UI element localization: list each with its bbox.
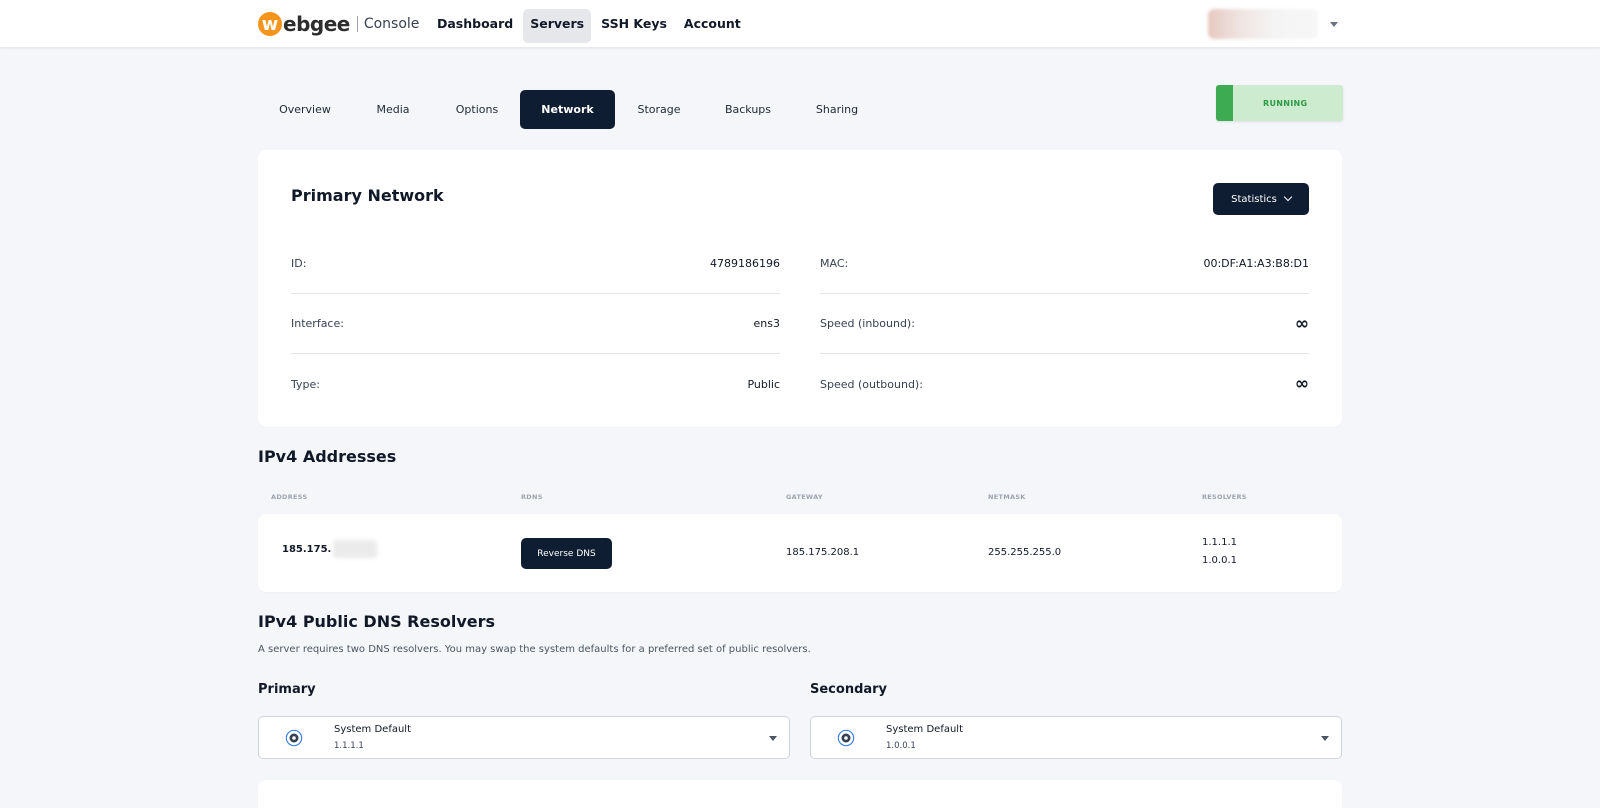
server-tabs: Overview Media Options Network Storage B… (258, 90, 881, 129)
detail-value: 4789186196 (710, 257, 780, 270)
main-nav: Dashboard Servers SSH Keys Account (430, 9, 751, 43)
gear-icon (285, 729, 303, 747)
tab-media[interactable]: Media (352, 90, 434, 129)
primary-network-title: Primary Network (291, 186, 444, 205)
nav-account[interactable]: Account (677, 9, 748, 43)
next-section-card (258, 780, 1342, 808)
logo-text: ebgee (283, 12, 350, 36)
dns-resolvers-title: IPv4 Public DNS Resolvers (258, 612, 496, 631)
primary-dns-value: System Default (334, 724, 412, 735)
resolver-value: 1.1.1.1 (1202, 537, 1237, 548)
chevron-down-icon (1283, 192, 1293, 202)
detail-key: Speed (outbound): (820, 377, 923, 391)
primary-network-card: Primary Network Statistics ID: 478918619… (258, 150, 1342, 427)
status-indicator (1216, 85, 1233, 121)
detail-key: Type: (291, 377, 320, 391)
ipv4-row: 185.175. Reverse DNS 185.175.208.1 255.2… (258, 514, 1342, 592)
detail-row-interface: Interface: ens3 (291, 294, 780, 354)
detail-value: ∞ (1294, 313, 1309, 334)
tab-network[interactable]: Network (520, 90, 615, 129)
network-details-right: MAC: 00:DF:A1:A3:B8:D1 Speed (inbound): … (820, 234, 1309, 414)
dns-resolvers-description: A server requires two DNS resolvers. You… (258, 644, 811, 655)
nav-ssh-keys[interactable]: SSH Keys (594, 9, 674, 43)
detail-key: ID: (291, 257, 307, 270)
col-header-rdns: RDNS (521, 493, 543, 501)
detail-row-type: Type: Public (291, 354, 780, 414)
secondary-dns-select[interactable]: System Default 1.0.0.1 (810, 716, 1342, 759)
secondary-label: Secondary (810, 682, 888, 697)
col-header-resolvers: RESOLVERS (1202, 493, 1247, 501)
ipv4-title: IPv4 Addresses (258, 447, 397, 466)
primary-dns-ip: 1.1.1.1 (334, 741, 364, 751)
logo-console-label: Console (363, 16, 420, 32)
tab-backups[interactable]: Backups (703, 90, 793, 129)
status-text: RUNNING (1263, 98, 1308, 108)
caret-down-icon[interactable] (1330, 21, 1338, 27)
col-header-gateway: GATEWAY (786, 493, 823, 501)
statistics-button[interactable]: Statistics (1213, 183, 1309, 215)
ip-address: 185.175. (282, 543, 332, 555)
tab-storage[interactable]: Storage (615, 90, 703, 129)
secondary-dns-value: System Default (886, 724, 964, 735)
caret-down-icon (769, 736, 777, 741)
detail-key: Speed (inbound): (820, 317, 915, 330)
detail-key: Interface: (291, 317, 344, 330)
detail-row-speed-inbound: Speed (inbound): ∞ (820, 294, 1309, 354)
avatar[interactable] (1208, 9, 1318, 39)
reverse-dns-button[interactable]: Reverse DNS (521, 538, 612, 569)
ip-address-redacted (333, 540, 378, 558)
top-navbar: w ebgee Console Dashboard Servers SSH Ke… (0, 0, 1600, 47)
tab-sharing[interactable]: Sharing (793, 90, 881, 129)
logo[interactable]: w ebgee Console (258, 11, 419, 37)
tab-overview[interactable]: Overview (258, 90, 352, 129)
col-header-address: ADDRESS (271, 493, 308, 501)
col-header-netmask: NETMASK (988, 493, 1026, 501)
primary-label: Primary (258, 682, 316, 697)
primary-dns-select[interactable]: System Default 1.1.1.1 (258, 716, 790, 759)
detail-value: ens3 (753, 317, 780, 330)
tab-options[interactable]: Options (434, 90, 520, 129)
logo-mark: w (258, 12, 282, 36)
detail-row-speed-outbound: Speed (outbound): ∞ (820, 354, 1309, 414)
nav-dashboard[interactable]: Dashboard (430, 9, 520, 43)
secondary-dns-ip: 1.0.0.1 (886, 741, 916, 751)
statistics-label: Statistics (1231, 193, 1277, 205)
netmask-value: 255.255.255.0 (988, 547, 1062, 558)
logo-separator (356, 16, 358, 32)
gateway-value: 185.175.208.1 (786, 547, 860, 558)
detail-key: MAC: (820, 257, 849, 270)
detail-value: Public (747, 377, 780, 391)
detail-value: 00:DF:A1:A3:B8:D1 (1203, 257, 1309, 270)
nav-servers[interactable]: Servers (523, 9, 592, 43)
network-details-left: ID: 4789186196 Interface: ens3 Type: Pub… (291, 234, 780, 414)
detail-row-id: ID: 4789186196 (291, 234, 780, 294)
gear-icon (837, 729, 855, 747)
status-badge: RUNNING (1216, 85, 1343, 121)
resolver-value: 1.0.0.1 (1202, 555, 1237, 566)
user-menu[interactable] (1208, 9, 1338, 39)
detail-row-mac: MAC: 00:DF:A1:A3:B8:D1 (820, 234, 1309, 294)
ip-address-cell: 185.175. (282, 540, 378, 558)
caret-down-icon (1321, 736, 1329, 741)
detail-value: ∞ (1294, 374, 1309, 394)
